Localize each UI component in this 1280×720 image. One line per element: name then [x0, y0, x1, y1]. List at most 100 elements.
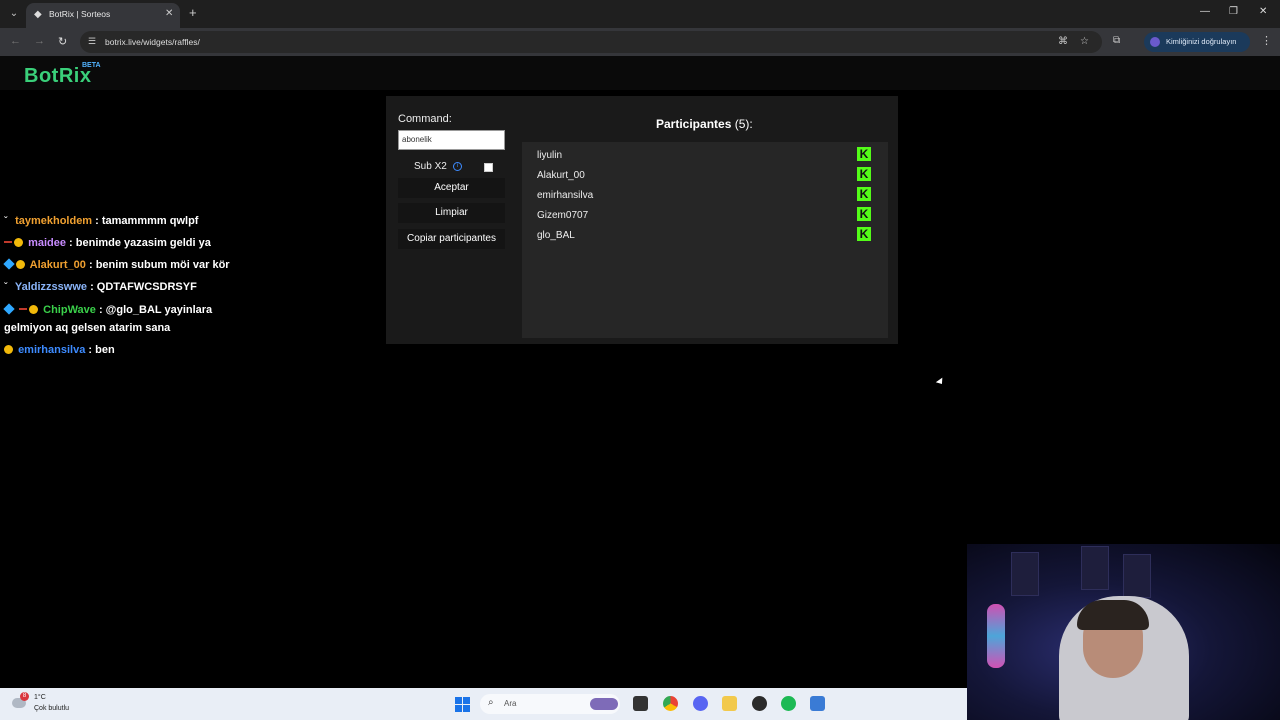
url-text[interactable]: botrix.live/widgets/raffles/: [105, 37, 200, 47]
sub-x2-label: Sub X2: [414, 161, 447, 172]
participant-name: liyulin: [537, 150, 563, 161]
obs-icon[interactable]: [752, 696, 767, 711]
photos-icon[interactable]: [810, 696, 825, 711]
participants-title-text: Participantes: [656, 117, 732, 131]
windows-start-icon[interactable]: [455, 697, 470, 712]
list-item: glo_BAL K: [537, 226, 877, 246]
list-item: Alakurt_00 K: [537, 166, 877, 186]
chat-text: : QDTAFWCSDRSYF: [90, 281, 197, 293]
browser-toolbar: ← → ↻ ☰ botrix.live/widgets/raffles/ ⌘ ☆…: [0, 28, 1280, 56]
poster-image: [1011, 552, 1039, 596]
blue-cube-badge-icon: [3, 303, 15, 315]
taskbar: 8 1°C Çok bulutlu ⌕ Ara: [0, 688, 967, 720]
participant-name: Gizem0707: [537, 210, 589, 221]
kick-icon: K: [857, 147, 871, 161]
new-tab-button[interactable]: +: [189, 5, 197, 20]
sub-x2-checkbox[interactable]: [484, 163, 493, 172]
chat-message: maidee : benimde yazasim geldi ya: [4, 234, 211, 252]
list-item: liyulin K: [537, 146, 877, 166]
profile-avatar: [1150, 37, 1160, 47]
kick-icon: K: [857, 207, 871, 221]
chat-text: : ben: [88, 344, 115, 356]
tab-close-icon[interactable]: ✕: [165, 8, 173, 19]
chat-text: : @glo_BAL yayinlara: [98, 304, 213, 316]
webcam-overlay: [967, 544, 1280, 720]
search-placeholder: Ara: [504, 699, 517, 708]
translate-icon[interactable]: ⌘: [1058, 36, 1068, 47]
profile-button[interactable]: Kimliğinizi doğrulayın: [1144, 32, 1250, 52]
taskbar-search[interactable]: ⌕ Ara: [480, 694, 620, 714]
participants-count: (5):: [734, 117, 753, 131]
browser-tab-bar: ⌄ ◆ BotRix | Sorteos ✕ + — ❐ ✕: [0, 0, 1280, 28]
chat-username: emirhansilva: [18, 344, 86, 356]
gold-badge-icon: [14, 238, 23, 247]
reload-icon[interactable]: ↻: [58, 35, 67, 48]
kick-icon: K: [857, 187, 871, 201]
weather-temp[interactable]: 1°C: [34, 694, 46, 701]
chat-message: emirhansilva : ben: [4, 341, 115, 359]
minimize-icon[interactable]: —: [1200, 6, 1210, 17]
extensions-icon[interactable]: ⧉: [1113, 35, 1120, 46]
back-icon[interactable]: ←: [10, 35, 21, 47]
site-info-icon[interactable]: ☰: [88, 36, 96, 47]
participants-list: liyulin K Alakurt_00 K emirhansilva K Gi…: [522, 142, 888, 338]
search-icon: ⌕: [488, 697, 494, 708]
restore-icon[interactable]: ❐: [1229, 6, 1238, 17]
search-highlight-icon: [590, 698, 618, 710]
spotify-icon[interactable]: [781, 696, 796, 711]
kick-icon: K: [857, 227, 871, 241]
chat-text: : benim subum möi var kör: [88, 259, 230, 271]
file-explorer-icon[interactable]: [722, 696, 737, 711]
weather-desc[interactable]: Çok bulutlu: [34, 705, 69, 712]
chat-text: : benimde yazasim geldi ya: [69, 237, 211, 249]
participant-name: emirhansilva: [537, 190, 594, 201]
participant-name: Alakurt_00: [537, 170, 585, 181]
task-view-icon[interactable]: [633, 696, 648, 711]
command-label: Command:: [398, 113, 452, 125]
chat-message: ˇ Yaldizzsswwe : QDTAFWCSDRSYF: [4, 278, 197, 297]
accept-button[interactable]: Aceptar: [398, 178, 505, 198]
blue-cube-badge-icon: [3, 258, 15, 270]
mouse-cursor-icon: [935, 377, 946, 387]
chat-username: Alakurt_00: [29, 259, 86, 271]
red-badge-icon: [4, 241, 12, 243]
gold-badge-icon: [29, 305, 39, 314]
chevron-badge-icon: ˇ: [4, 216, 8, 227]
address-bar[interactable]: ☰ botrix.live/widgets/raffles/ ⌘ ☆: [80, 31, 1102, 53]
chevron-badge-icon: ˇ: [4, 282, 8, 293]
tab-title: BotRix | Sorteos: [49, 9, 111, 19]
chat-message: ˇ taymekholdem : tamammmm qwlpf: [4, 212, 198, 231]
chat-username: Yaldizzsswwe: [14, 281, 88, 293]
browser-menu-icon[interactable]: ⋮: [1261, 34, 1272, 47]
notification-badge: 8: [20, 692, 29, 701]
chat-username: taymekholdem: [15, 215, 93, 227]
streamer-headphones: [1077, 600, 1149, 630]
chat-message: ChipWave : @glo_BAL yayinlara: [3, 301, 213, 319]
clear-button[interactable]: Limpiar: [398, 203, 505, 223]
participant-name: glo_BAL: [537, 230, 575, 241]
info-icon[interactable]: i: [453, 162, 462, 171]
browser-tab[interactable]: ◆ BotRix | Sorteos ✕: [26, 3, 180, 28]
command-input[interactable]: abonelik: [398, 130, 505, 150]
red-badge-icon: [19, 308, 28, 310]
bookmark-star-icon[interactable]: ☆: [1080, 36, 1089, 47]
rgb-light: [987, 604, 1005, 668]
forward-icon[interactable]: →: [34, 35, 45, 47]
beta-badge: BETA: [82, 62, 101, 69]
chat-username: maidee: [28, 237, 66, 249]
copy-participants-button[interactable]: Copiar participantes: [398, 229, 505, 249]
chat-message-continued: gelmiyon aq gelsen atarim sana: [4, 319, 170, 337]
app-header: BotRix BETA: [0, 56, 1280, 90]
kick-icon: K: [857, 167, 871, 181]
close-window-icon[interactable]: ✕: [1259, 6, 1267, 17]
chat-username: ChipWave: [43, 304, 96, 316]
discord-icon[interactable]: [693, 696, 708, 711]
list-item: emirhansilva K: [537, 186, 877, 206]
chat-text: : tamammmm qwlpf: [95, 215, 199, 227]
chrome-icon[interactable]: [663, 696, 678, 711]
participants-title: Participantes (5):: [656, 117, 753, 131]
gold-badge-icon: [4, 345, 13, 354]
tab-search-icon[interactable]: ⌄: [6, 6, 22, 22]
chat-text: gelmiyon aq gelsen atarim sana: [4, 322, 171, 334]
poster-image: [1081, 546, 1109, 590]
